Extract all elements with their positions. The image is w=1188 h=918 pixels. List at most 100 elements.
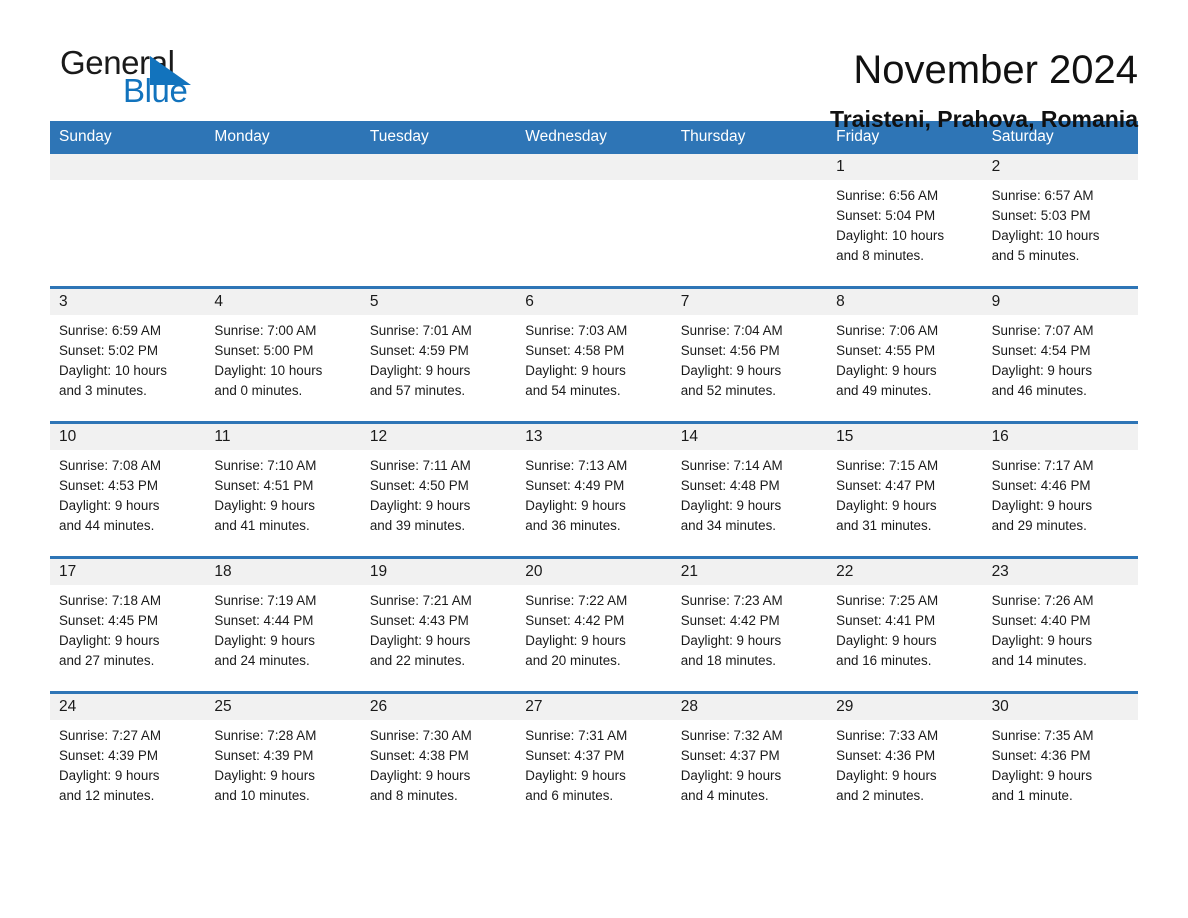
daylight-text: Daylight: 9 hours	[991, 498, 1093, 513]
day-cell-empty	[50, 154, 206, 286]
day-number-band: 21	[671, 559, 828, 585]
day-details: Sunrise: 7:14 AM Sunset: 4:48 PM Daylight:…	[672, 450, 827, 536]
daylight-text: Daylight: 9 hours	[214, 498, 315, 513]
daylight-text-cont: and 24 minutes.	[214, 653, 310, 668]
day-details: Sunrise: 7:01 AM Sunset: 4:59 PM Daylight:…	[361, 315, 516, 401]
day-cell-21[interactable]: 21 Sunrise: 7:23 AM Sunset: 4:42 PM Dayligh…	[671, 559, 828, 691]
day-details: Sunrise: 7:23 AM Sunset: 4:42 PM Daylight:…	[672, 585, 827, 671]
sunset-text: Sunset: 4:41 PM	[836, 613, 936, 628]
day-number-band: 19	[360, 559, 517, 585]
weekday-header-thursday: Thursday	[680, 128, 746, 145]
sunrise-text: Sunrise: 7:32 AM	[680, 728, 783, 743]
day-details	[361, 180, 516, 186]
day-number-band: 4	[205, 289, 361, 315]
day-number: 10	[59, 428, 77, 445]
day-number: 14	[680, 428, 698, 445]
day-number-band	[671, 154, 828, 180]
daylight-text: Daylight: 9 hours	[214, 633, 315, 648]
day-cell-8[interactable]: 8 Sunrise: 7:06 AM Sunset: 4:55 PM Daylight…	[827, 289, 983, 421]
day-cell-18[interactable]: 18 Sunrise: 7:19 AM Sunset: 4:44 PM Dayligh…	[205, 559, 361, 691]
daylight-text-cont: and 3 minutes.	[59, 383, 147, 398]
daylight-text-cont: and 0 minutes.	[214, 383, 303, 398]
general-blue-logo[interactable]: General Blue	[50, 44, 230, 114]
day-cell-11[interactable]: 11 Sunrise: 7:10 AM Sunset: 4:51 PM Dayligh…	[205, 424, 361, 556]
day-details: Sunrise: 7:35 AM Sunset: 4:36 PM Daylight:…	[983, 720, 1138, 806]
daylight-text-cont: and 8 minutes.	[369, 788, 458, 803]
day-cell-10[interactable]: 10 Sunrise: 7:08 AM Sunset: 4:53 PM Dayligh…	[50, 424, 206, 556]
day-number-band: 2	[982, 154, 1138, 180]
day-cell-14[interactable]: 14 Sunrise: 7:14 AM Sunset: 4:48 PM Dayligh…	[671, 424, 828, 556]
daylight-text-cont: and 10 minutes.	[214, 788, 310, 803]
daylight-text: Daylight: 10 hours	[59, 363, 167, 378]
daylight-text-cont: and 41 minutes.	[214, 518, 310, 533]
day-number-band: 13	[516, 424, 672, 450]
day-number: 1	[836, 158, 845, 175]
day-number: 13	[525, 428, 543, 445]
day-details: Sunrise: 7:22 AM Sunset: 4:42 PM Daylight:…	[516, 585, 671, 671]
day-cell-17[interactable]: 17 Sunrise: 7:18 AM Sunset: 4:45 PM Dayligh…	[50, 559, 206, 691]
day-cell-9[interactable]: 9 Sunrise: 7:07 AM Sunset: 4:54 PM Daylight…	[982, 289, 1138, 421]
day-cell-19[interactable]: 19 Sunrise: 7:21 AM Sunset: 4:43 PM Dayligh…	[360, 559, 517, 691]
sunrise-text: Sunrise: 6:57 AM	[991, 188, 1094, 203]
day-cell-22[interactable]: 22 Sunrise: 7:25 AM Sunset: 4:41 PM Dayligh…	[827, 559, 983, 691]
calendar-grid: Sunday Monday Tuesday Wednesday Thursday Frid…	[50, 121, 1138, 826]
day-cell-30[interactable]: 30 Sunrise: 7:35 AM Sunset: 4:36 PM Dayligh…	[982, 694, 1138, 826]
day-cell-12[interactable]: 12 Sunrise: 7:11 AM Sunset: 4:50 PM Dayligh…	[360, 424, 517, 556]
day-cell-26[interactable]: 26 Sunrise: 7:30 AM Sunset: 4:38 PM Dayligh…	[360, 694, 517, 826]
day-details: Sunrise: 7:15 AM Sunset: 4:47 PM Daylight:…	[827, 450, 982, 536]
day-cell-13[interactable]: 13 Sunrise: 7:13 AM Sunset: 4:49 PM Dayligh…	[516, 424, 672, 556]
day-cell-28[interactable]: 28 Sunrise: 7:32 AM Sunset: 4:37 PM Dayligh…	[671, 694, 828, 826]
daylight-text-cont: and 4 minutes.	[680, 788, 769, 803]
sunrise-text: Sunrise: 7:21 AM	[369, 593, 472, 608]
daylight-text: Daylight: 9 hours	[369, 498, 471, 513]
day-cell-16[interactable]: 16 Sunrise: 7:17 AM Sunset: 4:46 PM Dayligh…	[982, 424, 1138, 556]
daylight-text: Daylight: 9 hours	[525, 768, 626, 783]
daylight-text: Daylight: 10 hours	[214, 363, 323, 378]
day-number-band	[205, 154, 361, 180]
day-number-band: 29	[827, 694, 983, 720]
day-details: Sunrise: 7:11 AM Sunset: 4:50 PM Daylight:…	[361, 450, 516, 536]
day-cell-23[interactable]: 23 Sunrise: 7:26 AM Sunset: 4:40 PM Dayligh…	[982, 559, 1138, 691]
daylight-text-cont: and 6 minutes.	[525, 788, 614, 803]
day-number-band	[516, 154, 672, 180]
daylight-text-cont: and 27 minutes.	[59, 653, 155, 668]
day-number: 22	[836, 563, 854, 580]
day-cell-3[interactable]: 3 Sunrise: 6:59 AM Sunset: 5:02 PM Daylight…	[50, 289, 206, 421]
sunrise-text: Sunrise: 7:26 AM	[991, 593, 1094, 608]
day-number: 9	[991, 293, 1001, 310]
day-cell-29[interactable]: 29 Sunrise: 7:33 AM Sunset: 4:36 PM Dayligh…	[827, 694, 983, 826]
day-details: Sunrise: 7:32 AM Sunset: 4:37 PM Daylight:…	[672, 720, 827, 806]
day-cell-27[interactable]: 27 Sunrise: 7:31 AM Sunset: 4:37 PM Dayligh…	[516, 694, 672, 826]
sunset-text: Sunset: 4:56 PM	[680, 343, 780, 358]
day-number: 16	[991, 428, 1009, 445]
daylight-text: Daylight: 9 hours	[525, 498, 626, 513]
day-number: 17	[59, 563, 77, 580]
day-cell-4[interactable]: 4 Sunrise: 7:00 AM Sunset: 5:00 PM Daylight…	[205, 289, 361, 421]
sunset-text: Sunset: 4:48 PM	[680, 478, 780, 493]
day-cell-24[interactable]: 24 Sunrise: 7:27 AM Sunset: 4:39 PM Dayligh…	[50, 694, 206, 826]
sunset-text: Sunset: 4:38 PM	[369, 748, 469, 763]
daylight-text: Daylight: 9 hours	[991, 768, 1093, 783]
day-number: 6	[525, 293, 534, 310]
day-cell-5[interactable]: 5 Sunrise: 7:01 AM Sunset: 4:59 PM Daylight…	[360, 289, 517, 421]
day-cell-20[interactable]: 20 Sunrise: 7:22 AM Sunset: 4:42 PM Dayligh…	[516, 559, 672, 691]
sunset-text: Sunset: 4:47 PM	[836, 478, 936, 493]
sunrise-text: Sunrise: 7:10 AM	[214, 458, 317, 473]
day-cell-7[interactable]: 7 Sunrise: 7:04 AM Sunset: 4:56 PM Daylight…	[671, 289, 828, 421]
day-cell-1[interactable]: 1 Sunrise: 6:56 AM Sunset: 5:04 PM Daylight…	[827, 154, 983, 286]
daylight-text: Daylight: 9 hours	[214, 768, 315, 783]
day-number: 15	[836, 428, 854, 445]
day-number-band: 3	[50, 289, 206, 315]
day-cell-2[interactable]: 2 Sunrise: 6:57 AM Sunset: 5:03 PM Daylight…	[982, 154, 1138, 286]
day-number: 3	[59, 293, 68, 310]
daylight-text-cont: and 5 minutes.	[991, 248, 1080, 263]
day-details: Sunrise: 7:18 AM Sunset: 4:45 PM Daylight:…	[50, 585, 205, 671]
day-details: Sunrise: 7:19 AM Sunset: 4:44 PM Daylight:…	[205, 585, 360, 671]
day-cell-25[interactable]: 25 Sunrise: 7:28 AM Sunset: 4:39 PM Dayligh…	[205, 694, 361, 826]
day-cell-15[interactable]: 15 Sunrise: 7:15 AM Sunset: 4:47 PM Dayligh…	[827, 424, 983, 556]
day-cell-6[interactable]: 6 Sunrise: 7:03 AM Sunset: 4:58 PM Daylight…	[516, 289, 672, 421]
day-cell-empty	[516, 154, 672, 286]
sunrise-text: Sunrise: 7:30 AM	[369, 728, 472, 743]
sunset-text: Sunset: 4:43 PM	[369, 613, 469, 628]
day-number-band: 20	[516, 559, 672, 585]
